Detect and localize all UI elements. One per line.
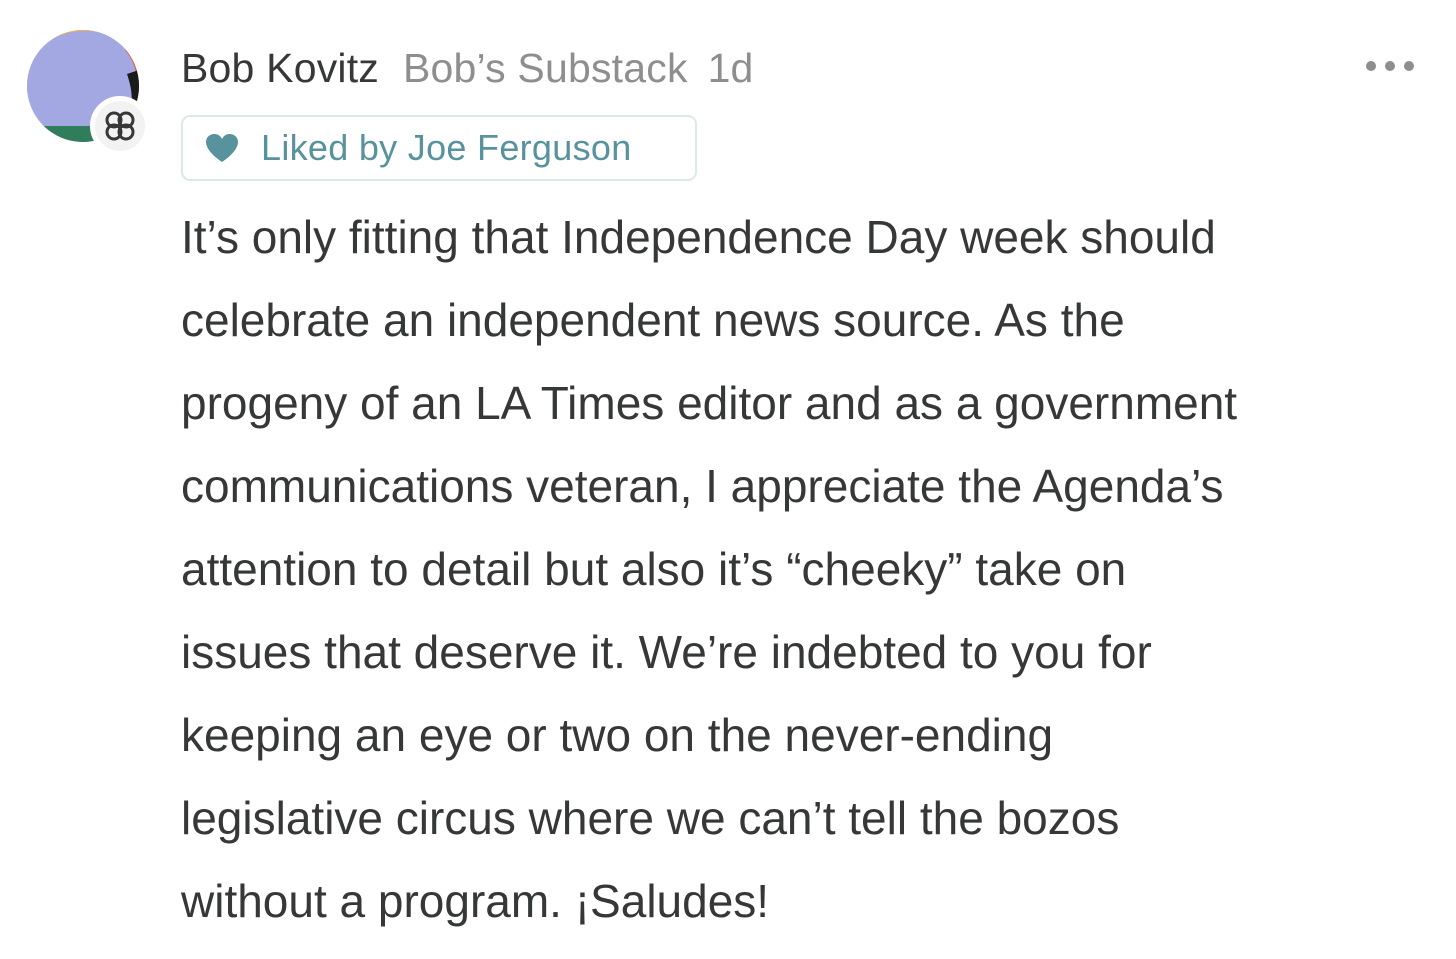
more-horizontal-icon <box>1366 61 1376 71</box>
note-body-line: communications veteran, I appreciate the… <box>181 460 1224 512</box>
note-header: Bob Kovitz Bob’s Substack 1d <box>181 38 753 98</box>
note-body-line: without a program. ¡Saludes! <box>181 875 770 927</box>
substack-notes-badge-icon <box>90 96 150 156</box>
author-avatar-container[interactable] <box>27 30 150 156</box>
liked-by-label: Liked by Joe Ferguson <box>261 127 632 168</box>
note-body-line: celebrate an independent news source. As… <box>181 294 1125 346</box>
heart-icon <box>206 134 238 162</box>
note-body-line: issues that deserve it. We’re indebted t… <box>181 626 1152 678</box>
note-body-line: keeping an eye or two on the never-endin… <box>181 709 1054 761</box>
timestamp: 1d <box>707 44 754 91</box>
author-name[interactable]: Bob Kovitz <box>181 45 379 92</box>
publication-name[interactable]: Bob’s Substack <box>403 45 688 92</box>
note-body-line: It’s only fitting that Independence Day … <box>181 211 1216 263</box>
note-body-line: legislative circus where we can’t tell t… <box>181 792 1120 844</box>
note-body-line: progeny of an LA Times editor and as a g… <box>181 377 1238 429</box>
liked-by-badge[interactable]: Liked by Joe Ferguson <box>181 115 697 181</box>
note-body: It’s only fitting that Independence Day … <box>181 196 1431 943</box>
more-horizontal-icon <box>1385 61 1395 71</box>
more-horizontal-icon <box>1404 61 1414 71</box>
more-options-button[interactable] <box>1366 56 1414 76</box>
note-body-line: attention to detail but also it’s “cheek… <box>181 543 1127 595</box>
